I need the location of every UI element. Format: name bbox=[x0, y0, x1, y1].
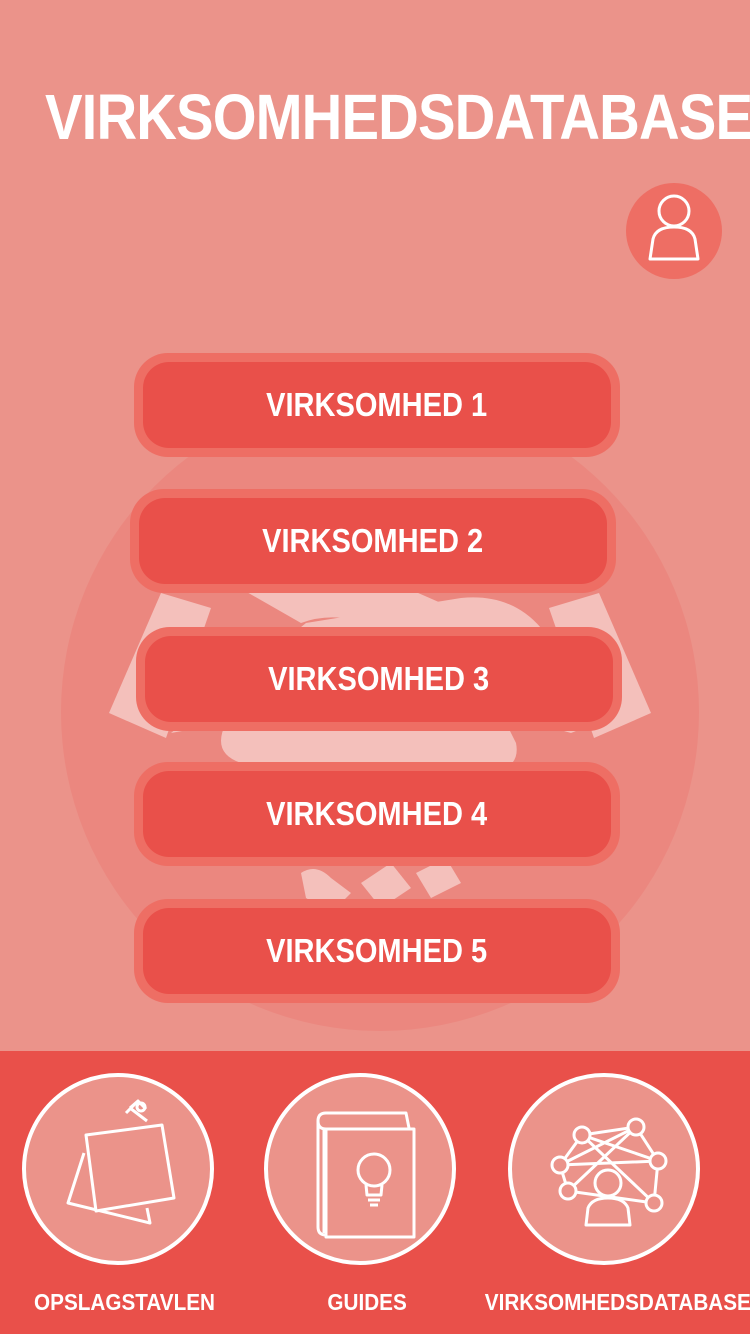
company-button-label: VIRKSOMHED 2 bbox=[262, 522, 484, 559]
company-button-label: VIRKSOMHED 5 bbox=[266, 932, 488, 969]
profile-button[interactable] bbox=[626, 183, 722, 279]
user-icon bbox=[648, 194, 700, 261]
company-button-inner: VIRKSOMHED 4 bbox=[143, 771, 611, 857]
nav-circle bbox=[22, 1073, 214, 1265]
company-button-label: VIRKSOMHED 3 bbox=[268, 660, 490, 697]
book-lightbulb-icon bbox=[316, 1111, 416, 1239]
nav-label: GUIDES bbox=[327, 1289, 407, 1315]
company-button-3[interactable]: VIRKSOMHED 3 bbox=[136, 627, 622, 731]
company-button-2[interactable]: VIRKSOMHED 2 bbox=[130, 489, 616, 593]
nav-circle bbox=[264, 1073, 456, 1265]
page-title: VIRKSOMHEDSDATABASE bbox=[45, 81, 750, 153]
network-icon bbox=[550, 1117, 668, 1227]
bottom-navigation: OPSLAGSTAVLEN GUIDES VIRKSOMHEDSDATABASE bbox=[0, 1051, 750, 1334]
sticky-notes-icon bbox=[66, 1099, 176, 1225]
company-button-4[interactable]: VIRKSOMHED 4 bbox=[134, 762, 620, 866]
company-button-label: VIRKSOMHED 1 bbox=[266, 386, 488, 423]
company-button-1[interactable]: VIRKSOMHED 1 bbox=[134, 353, 620, 457]
company-button-label: VIRKSOMHED 4 bbox=[266, 795, 488, 832]
company-button-inner: VIRKSOMHED 3 bbox=[145, 636, 613, 722]
nav-circle bbox=[508, 1073, 700, 1265]
company-button-inner: VIRKSOMHED 1 bbox=[143, 362, 611, 448]
company-button-inner: VIRKSOMHED 5 bbox=[143, 908, 611, 994]
company-button-inner: VIRKSOMHED 2 bbox=[139, 498, 607, 584]
nav-label: OPSLAGSTAVLEN bbox=[34, 1289, 216, 1315]
nav-label: VIRKSOMHEDSDATABASE bbox=[484, 1289, 750, 1315]
company-button-5[interactable]: VIRKSOMHED 5 bbox=[134, 899, 620, 1003]
